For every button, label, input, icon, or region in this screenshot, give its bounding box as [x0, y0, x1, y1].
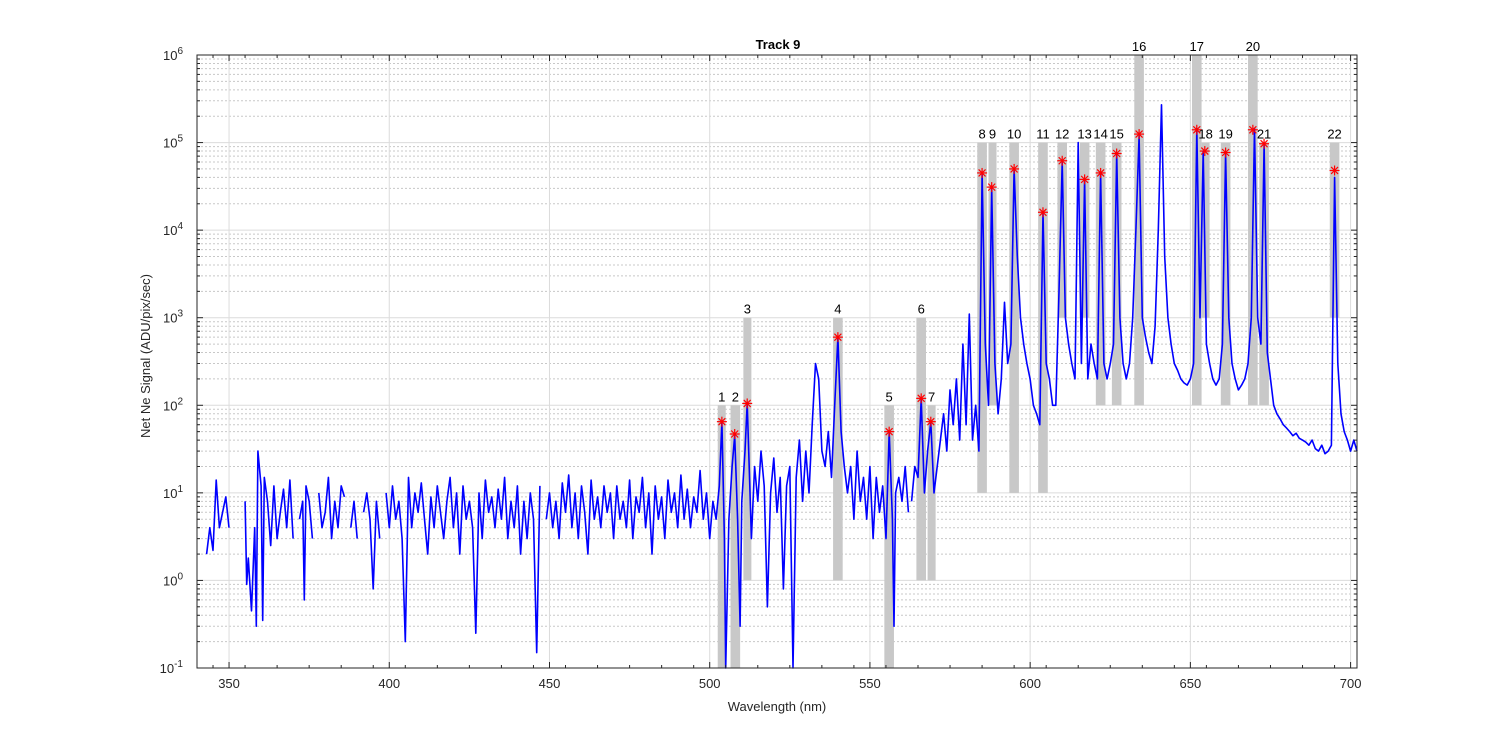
- y-tick-label: 102: [163, 396, 183, 413]
- peak-window-band: [916, 317, 927, 581]
- peak-marker: [742, 398, 753, 409]
- chart-canvas: 1 23 45678 9 10 11 12 13 14 1516 1718 192021 22 350 4…: [138, 37, 1361, 714]
- peak-marker: [729, 429, 740, 440]
- x-tick-label: 550: [859, 676, 881, 691]
- y-axis-title: Net Ne Signal (ADU/pix/sec): [138, 274, 153, 438]
- peak-label: 13: [1077, 127, 1091, 142]
- peak-marker: [716, 416, 727, 427]
- peak-label: 7: [928, 389, 935, 404]
- peak-marker: [1095, 167, 1106, 178]
- peak-label: 4: [834, 302, 841, 317]
- peak-label: 8: [978, 127, 985, 142]
- peak-marker: [1111, 148, 1122, 159]
- peak-label: 18: [1198, 127, 1212, 142]
- peak-label: 9: [989, 127, 996, 142]
- peak-label: 6: [918, 302, 925, 317]
- x-tick-label: 400: [378, 676, 400, 691]
- peak-marker: [916, 393, 927, 404]
- x-tick-label: 600: [1019, 676, 1041, 691]
- peak-label: 12: [1055, 127, 1069, 142]
- peak-marker: [1037, 207, 1048, 218]
- peak-label: 14: [1093, 127, 1107, 142]
- peak-marker: [1079, 174, 1090, 185]
- peak-marker: [1134, 129, 1145, 140]
- chart-title: Track 9: [756, 37, 801, 52]
- x-tick-label: 700: [1340, 676, 1362, 691]
- y-tick-labels: 10-1 100 101 102 103 104 105 106: [160, 46, 184, 676]
- peak-label: 22: [1327, 127, 1341, 142]
- x-tick-label: 350: [218, 676, 240, 691]
- y-tick-label: 100: [163, 571, 183, 588]
- peak-label: 17: [1190, 39, 1204, 54]
- peak-label: 21: [1257, 127, 1271, 142]
- peak-label: 19: [1218, 127, 1232, 142]
- peak-label: 15: [1109, 127, 1123, 142]
- peak-marker: [977, 167, 988, 178]
- peak-marker: [884, 426, 895, 437]
- y-tick-label: 101: [163, 484, 183, 501]
- y-tick-label: 106: [163, 46, 183, 63]
- y-tick-label: 104: [163, 221, 183, 238]
- peak-label: 20: [1246, 39, 1260, 54]
- x-tick-label: 450: [539, 676, 561, 691]
- x-tick-label: 650: [1180, 676, 1202, 691]
- y-tick-label: 10-1: [160, 659, 184, 676]
- peak-label: 10: [1007, 127, 1021, 142]
- peak-marker: [925, 416, 936, 427]
- peak-marker: [1057, 155, 1068, 166]
- peak-marker: [1009, 163, 1020, 174]
- peak-label: 2: [732, 389, 739, 404]
- peak-label: 3: [744, 302, 751, 317]
- x-tick-labels: 350 400 450 500 550 600 650 700: [218, 676, 1361, 691]
- peak-label: 5: [886, 389, 893, 404]
- peak-marker: [1329, 165, 1340, 176]
- peak-window-band: [1038, 142, 1048, 493]
- peak-marker: [986, 182, 997, 193]
- x-axis-title: Wavelength (nm): [728, 699, 827, 714]
- peak-label: 16: [1132, 39, 1146, 54]
- x-tick-label: 500: [699, 676, 721, 691]
- y-tick-label: 105: [163, 134, 183, 151]
- chart-figure: 1 2 3 4 5 6 7 8 9 10 11 12 13 14 15 16 17 18 19 20 21 22 350 4…: [0, 0, 1500, 750]
- peak-marker: [832, 332, 843, 343]
- y-tick-label: 103: [163, 309, 183, 326]
- peak-label: 11: [1036, 127, 1050, 142]
- peak-marker: [1199, 146, 1210, 157]
- peak-label: 1: [718, 389, 725, 404]
- peak-marker: [1220, 147, 1231, 158]
